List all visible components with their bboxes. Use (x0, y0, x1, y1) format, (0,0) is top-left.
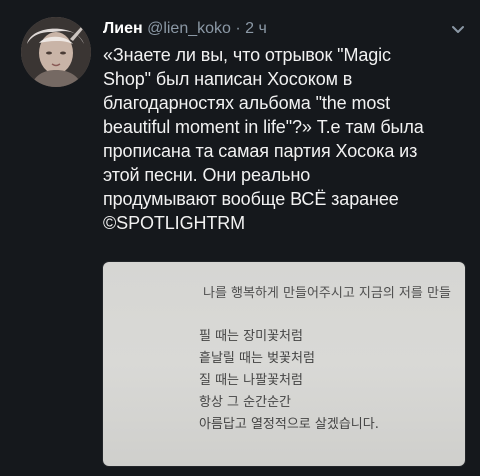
image-poem-line: 필 때는 장미꽃처럼 (199, 329, 303, 344)
tweet-time[interactable]: 2 ч (245, 20, 267, 37)
image-poem-line: 흩날릴 때는 벚꽃처럼 (199, 351, 315, 366)
timestamp-separator: · (235, 20, 241, 37)
avatar[interactable] (21, 17, 91, 87)
author-name[interactable]: Лиен (103, 20, 143, 37)
chevron-down-icon[interactable] (450, 22, 466, 38)
author-handle[interactable]: @lien_koko (147, 20, 231, 37)
image-poem-line: 질 때는 나팔꽃처럼 (199, 373, 303, 388)
tweet-text: «Знаете ли вы, что отрывок "Magic Shop" … (103, 45, 424, 233)
image-poem-lines: 필 때는 장미꽃처럼 흩날릴 때는 벚꽃처럼 질 때는 나팔꽃처럼 항상 그 순… (199, 326, 379, 436)
avatar-image (21, 17, 91, 87)
image-poem-line: 아름답고 열정적으로 살겠습니다. (199, 417, 379, 432)
tweet-card[interactable]: Лиен @lien_koko · 2 ч «Знаете ли вы, что… (0, 0, 480, 476)
tweet-image[interactable]: 나를 행복하게 만들어주시고 지금의 저를 만들 필 때는 장미꽃처럼 흩날릴 … (103, 262, 465, 466)
tweet-header: Лиен @lien_koko · 2 ч (103, 19, 267, 39)
image-poem-line: 항상 그 순간순간 (199, 395, 291, 410)
image-title-text: 나를 행복하게 만들어주시고 지금의 저를 만들 (203, 286, 451, 301)
